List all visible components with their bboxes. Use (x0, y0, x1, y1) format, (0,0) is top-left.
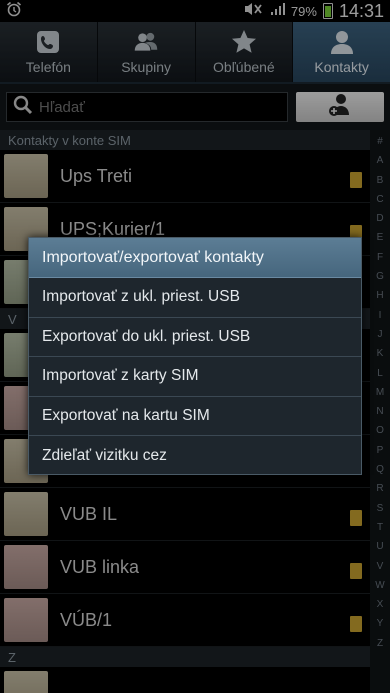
menu-item-export-usb[interactable]: Exportovať do ukl. priest. USB (29, 318, 361, 358)
menu-item-share-namecard[interactable]: Zdieľať vizitku cez (29, 436, 361, 476)
import-export-menu: Importovať/exportovať kontakty Importova… (28, 237, 362, 475)
menu-title: Importovať/exportovať kontakty (29, 238, 361, 278)
menu-item-export-sim[interactable]: Exportovať na kartu SIM (29, 397, 361, 437)
menu-item-import-sim[interactable]: Importovať z karty SIM (29, 357, 361, 397)
menu-item-import-usb[interactable]: Importovať z ukl. priest. USB (29, 278, 361, 318)
